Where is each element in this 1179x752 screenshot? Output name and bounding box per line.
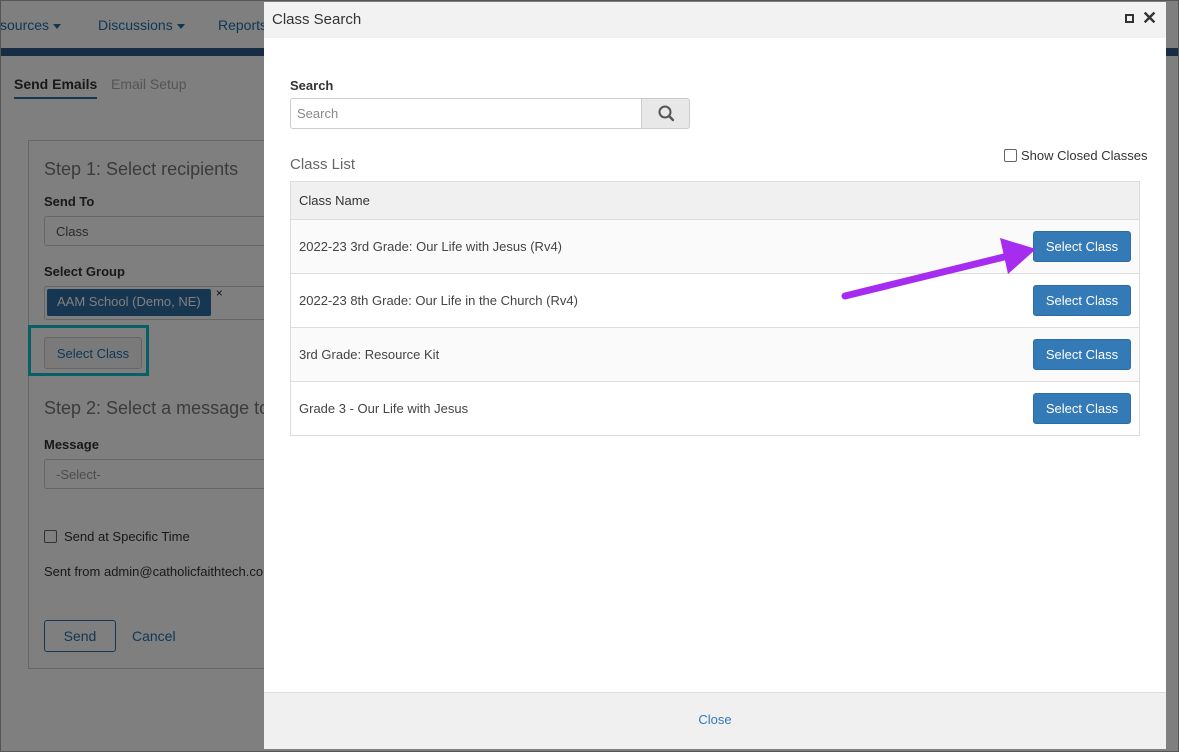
table-row: 2022-23 3rd Grade: Our Life with Jesus (… <box>291 220 1139 274</box>
close-button[interactable]: Close <box>264 712 1166 727</box>
class-list-title: Class List <box>290 156 356 173</box>
select-class-button[interactable]: Select Class <box>1033 393 1131 424</box>
select-class-button[interactable]: Select Class <box>1033 231 1131 262</box>
maximize-icon[interactable] <box>1125 14 1134 23</box>
table-row: 2022-23 8th Grade: Our Life in the Churc… <box>291 274 1139 328</box>
table-row: Grade 3 - Our Life with Jesus Select Cla… <box>291 382 1139 435</box>
column-header-class-name: Class Name <box>291 182 1139 220</box>
table-row: 3rd Grade: Resource Kit Select Class <box>291 328 1139 382</box>
show-closed-checkbox[interactable] <box>1004 149 1017 162</box>
class-name: 2022-23 3rd Grade: Our Life with Jesus (… <box>299 239 563 254</box>
modal-footer: Close <box>264 692 1166 749</box>
search-icon <box>658 105 675 122</box>
class-table: Class Name 2022-23 3rd Grade: Our Life w… <box>290 181 1140 436</box>
class-name: 2022-23 8th Grade: Our Life in the Churc… <box>299 293 578 308</box>
close-icon[interactable]: ✕ <box>1142 8 1157 29</box>
modal-header: Class Search ✕ <box>264 2 1166 38</box>
search-button[interactable] <box>641 98 690 129</box>
modal-title: Class Search <box>272 11 362 28</box>
class-name: Grade 3 - Our Life with Jesus <box>299 401 469 416</box>
class-search-modal: Class Search ✕ Search Class List Show Cl… <box>264 2 1166 749</box>
search-label: Search <box>290 78 334 93</box>
select-class-button[interactable]: Select Class <box>1033 285 1131 316</box>
search-input[interactable] <box>290 98 642 129</box>
select-class-button[interactable]: Select Class <box>1033 339 1131 370</box>
show-closed-label: Show Closed Classes <box>1021 148 1148 163</box>
class-name: 3rd Grade: Resource Kit <box>299 347 440 362</box>
